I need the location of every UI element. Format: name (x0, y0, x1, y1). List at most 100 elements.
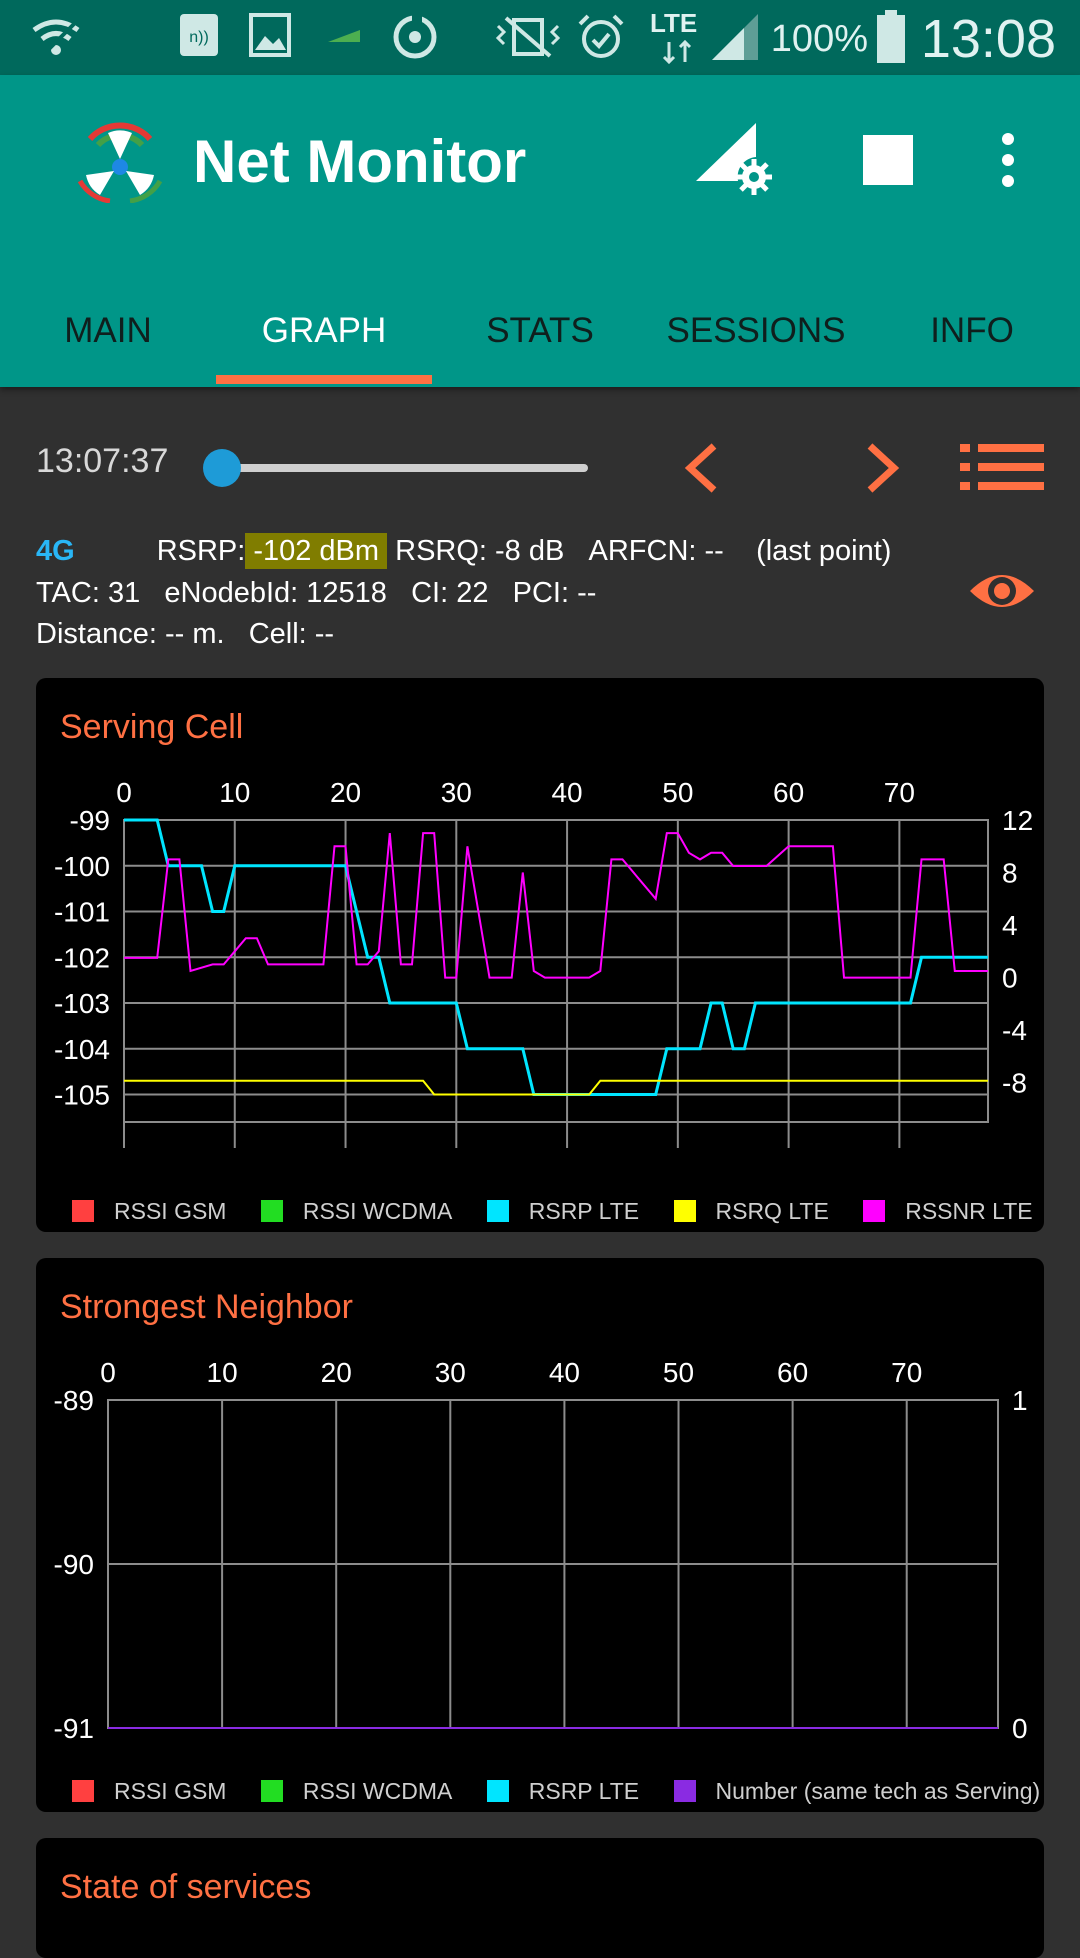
time-slider-thumb[interactable] (203, 449, 241, 487)
tab-sessions[interactable]: SESSIONS (648, 285, 864, 387)
serving-cell-chart: 0 10 20 30 40 50 60 70-99-100-101-102-103-104-1… (54, 777, 1033, 1148)
y-tick-label-left: -91 (54, 1713, 94, 1744)
cell-info-line-3: Distance: -- m. Cell: -- (36, 618, 334, 651)
x-tick-label: 60 (773, 777, 804, 808)
ci-value: CI: 22 (411, 577, 489, 609)
legend-item: RSRQ LTE (668, 1198, 829, 1225)
strongest-neighbor-legend: RSSI GSM RSSI WCDMA RSRP LTE Number (sam… (66, 1778, 1062, 1805)
pci-value: PCI: -- (512, 577, 597, 609)
time-slider[interactable] (222, 464, 588, 472)
vibrate-off-icon (495, 16, 561, 58)
cell-signal-icon (712, 14, 758, 60)
legend-item: RSSI WCDMA (255, 1198, 453, 1225)
y-tick-label-left: -90 (54, 1549, 94, 1580)
signal-small-icon (328, 30, 360, 42)
more-options-icon[interactable] (996, 131, 1020, 189)
x-tick-label: 70 (891, 1357, 922, 1388)
stop-button[interactable] (863, 135, 913, 185)
rsrp-label: RSRP: (156, 535, 246, 567)
x-tick-label: 0 (100, 1357, 116, 1388)
serving-cell-card: Serving Cell 0 10 20 30 40 50 60 70 -99 -100 -101-… (36, 678, 1044, 1232)
y-tick-label-left: -102 (54, 942, 110, 973)
y-tick-label-right: -8 (1002, 1068, 1027, 1099)
x-tick-label: 30 (435, 1357, 466, 1388)
x-tick-label: 30 (441, 777, 472, 808)
legend-item: RSRP LTE (481, 1198, 639, 1225)
y-tick-label-right: 0 (1002, 963, 1018, 994)
playback-controls: 13:07:37 (0, 432, 1080, 502)
x-tick-label: 20 (330, 777, 361, 808)
sync-icon (393, 15, 437, 59)
legend-label: RSRQ LTE (715, 1198, 829, 1224)
x-tick-label: 10 (207, 1357, 238, 1388)
legend-label: RSRP LTE (528, 1778, 640, 1804)
legend-swatch (673, 1200, 696, 1222)
app-logo-icon (77, 122, 163, 203)
playback-time: 13:07:37 (36, 442, 169, 480)
y-tick-label-right: 1 (1012, 1385, 1028, 1416)
y-tick-label-left: -104 (54, 1034, 110, 1065)
app-bar: Net Monitor MAIN GRAPH STATS SESSIONS IN… (0, 75, 1080, 387)
legend-label: RSSI WCDMA (302, 1198, 453, 1224)
eye-icon[interactable] (968, 565, 1036, 617)
y-tick-label-right: 8 (1002, 858, 1018, 889)
cell-info-line-1: 4G RSRP: -102 dBm RSRQ: -8 dB ARFCN: -- (l… (36, 533, 892, 569)
image-icon (249, 13, 291, 57)
signal-settings-icon[interactable] (694, 121, 774, 197)
legend-swatch (673, 1780, 696, 1802)
series-line-rssnr-lte (124, 832, 988, 979)
tac-value: TAC: 31 (36, 577, 141, 609)
tab-info[interactable]: INFO (864, 285, 1080, 387)
legend-label: RSSI WCDMA (302, 1778, 453, 1804)
legend-item: RSSI GSM (66, 1778, 226, 1805)
legend-item: RSSI WCDMA (255, 1778, 453, 1805)
y-tick-label-right: -4 (1002, 1015, 1027, 1046)
strongest-neighbor-card: Strongest Neighbor 0 10 20 30 40 50 60 70 -89 -90… (36, 1258, 1044, 1812)
tab-main[interactable]: MAIN (0, 285, 216, 387)
battery-icon (877, 10, 905, 63)
legend-swatch (260, 1780, 283, 1802)
rsrq-value: RSRQ: -8 dB (395, 535, 565, 567)
strongest-neighbor-chart: 0 10 20 30 40 50 60 70-89-90-9110 (54, 1357, 1028, 1744)
y-tick-label-left: -99 (70, 805, 110, 836)
distance-value: Distance: -- m. (36, 618, 225, 650)
tab-graph[interactable]: GRAPH (216, 285, 432, 387)
legend-swatch (863, 1200, 886, 1222)
legend-item: Number (same tech as Serving) (668, 1778, 1041, 1805)
cell-info-line-2: TAC: 31 eNodebId: 12518 CI: 22 PCI: -- (36, 577, 596, 610)
tab-stats[interactable]: STATS (432, 285, 648, 387)
legend-swatch (72, 1200, 94, 1222)
legend-item: RSSI GSM (66, 1198, 226, 1225)
y-tick-label-right: 0 (1012, 1713, 1028, 1744)
legend-label: Number (same tech as Serving) (715, 1778, 1041, 1804)
data-arrows-icon (662, 40, 692, 64)
next-arrow-icon[interactable] (862, 442, 902, 494)
app-title: Net Monitor (193, 128, 527, 195)
list-icon[interactable] (960, 442, 1044, 492)
x-tick-label: 20 (321, 1357, 352, 1388)
x-tick-label: 50 (663, 1357, 694, 1388)
tech-tag: 4G (36, 535, 75, 567)
alarm-icon (578, 14, 624, 58)
legend-label: RSSI GSM (114, 1198, 227, 1224)
legend-item: RSSNR LTE (857, 1198, 1033, 1225)
rsrp-value: -102 dBm (245, 533, 388, 569)
tab-bar: MAIN GRAPH STATS SESSIONS INFO (0, 285, 1080, 387)
legend-swatch (72, 1780, 94, 1802)
last-point-note: (last point) (756, 535, 892, 567)
legend-swatch (486, 1780, 509, 1802)
active-tab-indicator (216, 375, 432, 384)
x-tick-label: 40 (551, 777, 582, 808)
x-tick-label: 0 (116, 777, 132, 808)
y-tick-label-right: 4 (1002, 910, 1018, 941)
cell-value: Cell: -- (248, 618, 335, 650)
legend-label: RSRP LTE (528, 1198, 640, 1224)
wifi-icon (32, 19, 80, 60)
series-line-rsrq-lte (124, 1079, 988, 1096)
status-bar: n)) LTE 100% 13:08 (0, 0, 1080, 75)
y-tick-label-left: -105 (54, 1080, 110, 1111)
legend-swatch (486, 1200, 509, 1222)
y-tick-label-left: -101 (54, 897, 110, 928)
previous-arrow-icon[interactable] (682, 442, 722, 494)
enodeb-value: eNodebId: 12518 (164, 577, 387, 609)
